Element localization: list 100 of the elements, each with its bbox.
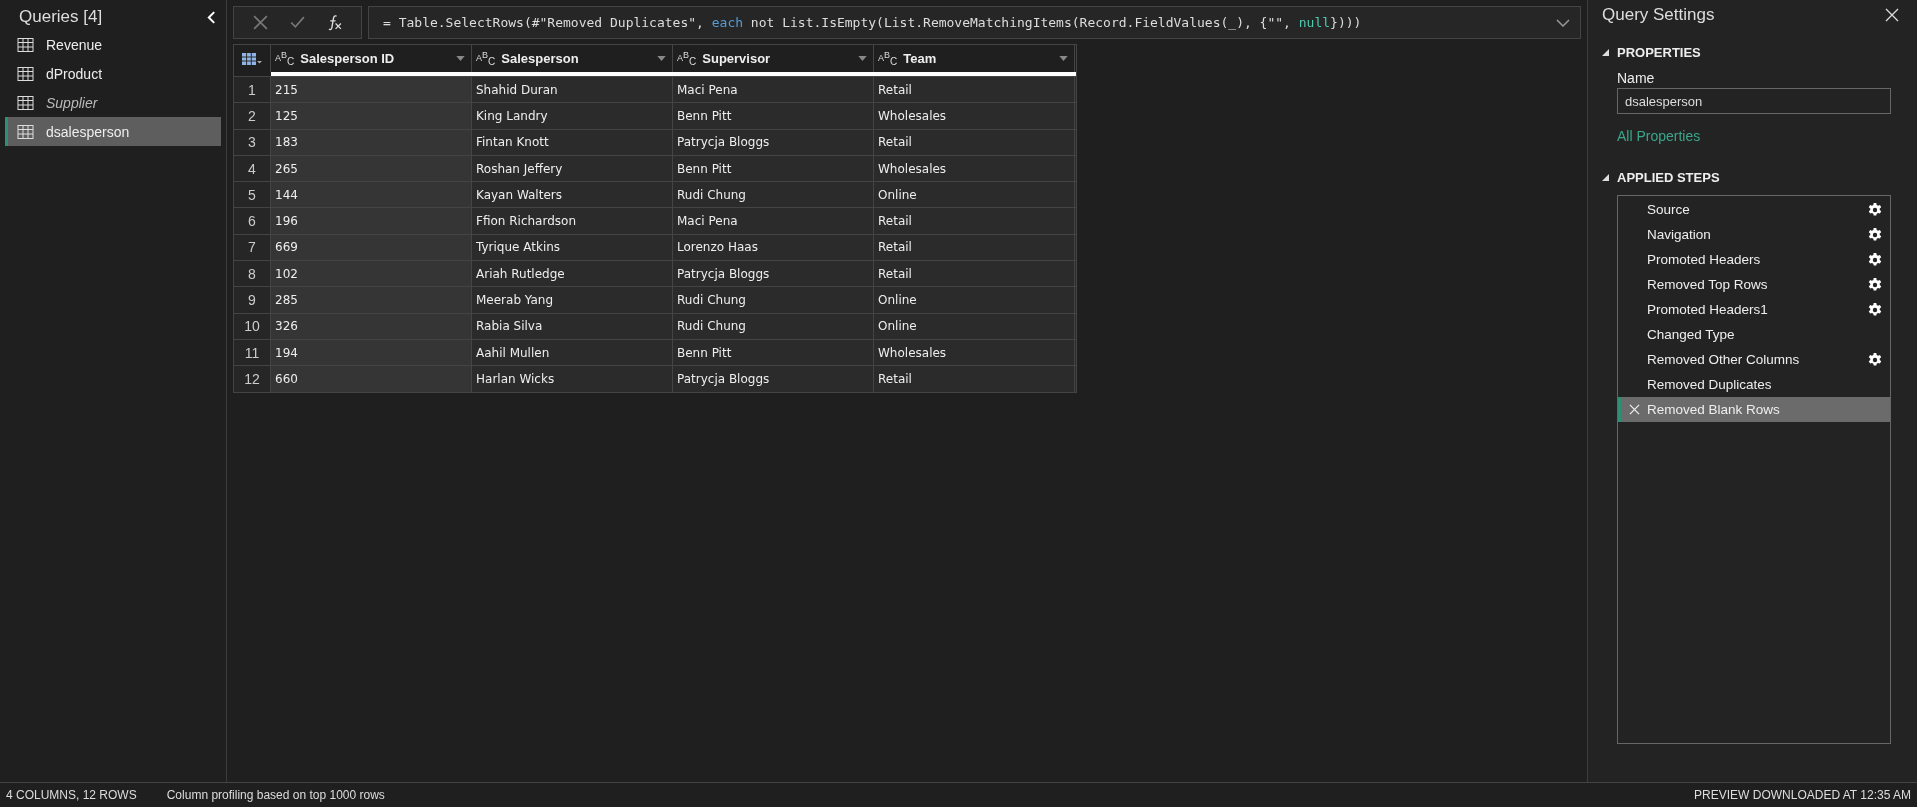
table-cell: Maci Pena xyxy=(673,77,874,103)
applied-step[interactable]: Navigation xyxy=(1618,222,1890,247)
row-number: 3 xyxy=(234,129,271,155)
table-cell: Lorenzo Haas xyxy=(673,234,874,261)
table-cell: 125 xyxy=(271,103,472,129)
gear-icon[interactable] xyxy=(1868,252,1882,267)
table-cell: 102 xyxy=(271,261,472,287)
table-cell: 265 xyxy=(271,155,472,182)
table-cell: Patrycja Bloggs xyxy=(673,129,874,155)
applied-step[interactable]: Removed Other Columns xyxy=(1618,347,1890,372)
table-cell: Patrycja Bloggs xyxy=(673,261,874,287)
formula-field[interactable]: = Table.SelectRows(#"Removed Duplicates", each not List.IsEmpty(List.RemoveMatchingItems(Record.FieldValues(_), {"", null}))) xyxy=(368,6,1581,39)
table-cell: King Landry xyxy=(472,103,673,129)
table-cell: Rabia Silva xyxy=(472,313,673,339)
query-item[interactable]: Revenue xyxy=(5,30,221,59)
dropdown-arrow-icon[interactable] xyxy=(858,56,867,61)
row-number: 10 xyxy=(234,313,271,339)
gear-icon[interactable] xyxy=(1868,352,1882,367)
table-cell: Wholesales xyxy=(874,155,1075,182)
queries-title: Queries [4] xyxy=(19,7,103,27)
name-label: Name xyxy=(1617,70,1656,86)
dropdown-arrow-icon[interactable] xyxy=(657,56,666,61)
table-cell: Shahid Duran xyxy=(472,77,673,103)
table-cell: 196 xyxy=(271,208,472,234)
table-cell: Benn Pitt xyxy=(673,155,874,182)
close-icon[interactable] xyxy=(1885,8,1899,22)
delete-icon[interactable] xyxy=(1628,404,1640,415)
applied-step[interactable]: Promoted Headers xyxy=(1618,247,1890,272)
section-heading: APPLIED STEPS xyxy=(1617,170,1720,185)
dropdown-arrow-icon[interactable] xyxy=(456,56,465,61)
table-cell: 183 xyxy=(271,129,472,155)
name-field[interactable]: dsalesperson xyxy=(1617,88,1891,114)
function-icon[interactable] xyxy=(326,14,343,31)
table-cell: 215 xyxy=(271,77,472,103)
query-settings-title: Query Settings xyxy=(1602,5,1715,25)
gear-icon[interactable] xyxy=(1868,277,1882,292)
applied-step[interactable]: Removed Duplicates xyxy=(1618,372,1890,397)
table-cell: Meerab Yang xyxy=(472,287,673,313)
table-cell: Online xyxy=(874,182,1075,208)
row-number: 1 xyxy=(234,77,271,103)
table-cell: 144 xyxy=(271,182,472,208)
all-properties-link[interactable]: All Properties xyxy=(1617,128,1917,144)
section-heading: PROPERTIES xyxy=(1617,45,1701,60)
table-cell: Aahil Mullen xyxy=(472,339,673,366)
table-cell: 669 xyxy=(271,234,472,261)
row-number: 8 xyxy=(234,261,271,287)
checkmark-icon[interactable] xyxy=(289,14,306,31)
collapse-triangle-icon[interactable] xyxy=(1602,49,1609,56)
table-cell: Maci Pena xyxy=(673,208,874,234)
table-cell: 194 xyxy=(271,339,472,366)
collapse-triangle-icon[interactable] xyxy=(1602,174,1609,181)
table-cell: Ffion Richardson xyxy=(472,208,673,234)
cancel-icon[interactable] xyxy=(252,14,269,31)
gear-icon[interactable] xyxy=(1868,227,1882,242)
dropdown-arrow-icon[interactable] xyxy=(1059,56,1068,61)
table-cell: Rudi Chung xyxy=(673,313,874,339)
table-cell: Wholesales xyxy=(874,103,1075,129)
table-icon xyxy=(17,95,34,110)
gear-icon[interactable] xyxy=(1868,202,1882,217)
collapse-chevron-icon[interactable] xyxy=(207,10,216,24)
table-cell: Benn Pitt xyxy=(673,103,874,129)
query-item[interactable]: Supplier xyxy=(5,88,221,117)
query-item[interactable]: dProduct xyxy=(5,59,221,88)
gear-icon[interactable] xyxy=(1868,302,1882,317)
table-icon xyxy=(17,66,34,81)
applied-step[interactable]: Removed Blank Rows xyxy=(1618,397,1890,422)
applied-step[interactable]: Source xyxy=(1618,197,1890,222)
table-cell: Retail xyxy=(874,366,1075,392)
table-cell: Online xyxy=(874,313,1075,339)
row-number: 4 xyxy=(234,155,271,182)
status-preview: PREVIEW DOWNLOADED AT 12:35 AM xyxy=(1694,788,1911,802)
table-cell: 285 xyxy=(271,287,472,313)
applied-step[interactable]: Promoted Headers1 xyxy=(1618,297,1890,322)
applied-step[interactable]: Removed Top Rows xyxy=(1618,272,1890,297)
row-number: 12 xyxy=(234,366,271,392)
table-icon xyxy=(17,124,34,139)
table-cell: Tyrique Atkins xyxy=(472,234,673,261)
query-item[interactable]: dsalesperson xyxy=(5,117,221,146)
table-cell: Patrycja Bloggs xyxy=(673,366,874,392)
table-cell: Retail xyxy=(874,77,1075,103)
row-number: 2 xyxy=(234,103,271,129)
row-number: 6 xyxy=(234,208,271,234)
table-cell: Wholesales xyxy=(874,339,1075,366)
applied-step[interactable]: Changed Type xyxy=(1618,322,1890,347)
table-cell: Retail xyxy=(874,261,1075,287)
row-number: 7 xyxy=(234,234,271,261)
row-number: 5 xyxy=(234,182,271,208)
table-cell: Retail xyxy=(874,208,1075,234)
table-cell: Online xyxy=(874,287,1075,313)
expand-chevron-icon[interactable] xyxy=(1556,18,1570,27)
table-cell: 326 xyxy=(271,313,472,339)
table-cell: Harlan Wicks xyxy=(472,366,673,392)
table-cell: Fintan Knott xyxy=(472,129,673,155)
table-cell: Ariah Rutledge xyxy=(472,261,673,287)
table-cell: 660 xyxy=(271,366,472,392)
row-number: 9 xyxy=(234,287,271,313)
table-cell: Rudi Chung xyxy=(673,182,874,208)
table-cell: Kayan Walters xyxy=(472,182,673,208)
table-cell: Rudi Chung xyxy=(673,287,874,313)
table-cell: Retail xyxy=(874,129,1075,155)
